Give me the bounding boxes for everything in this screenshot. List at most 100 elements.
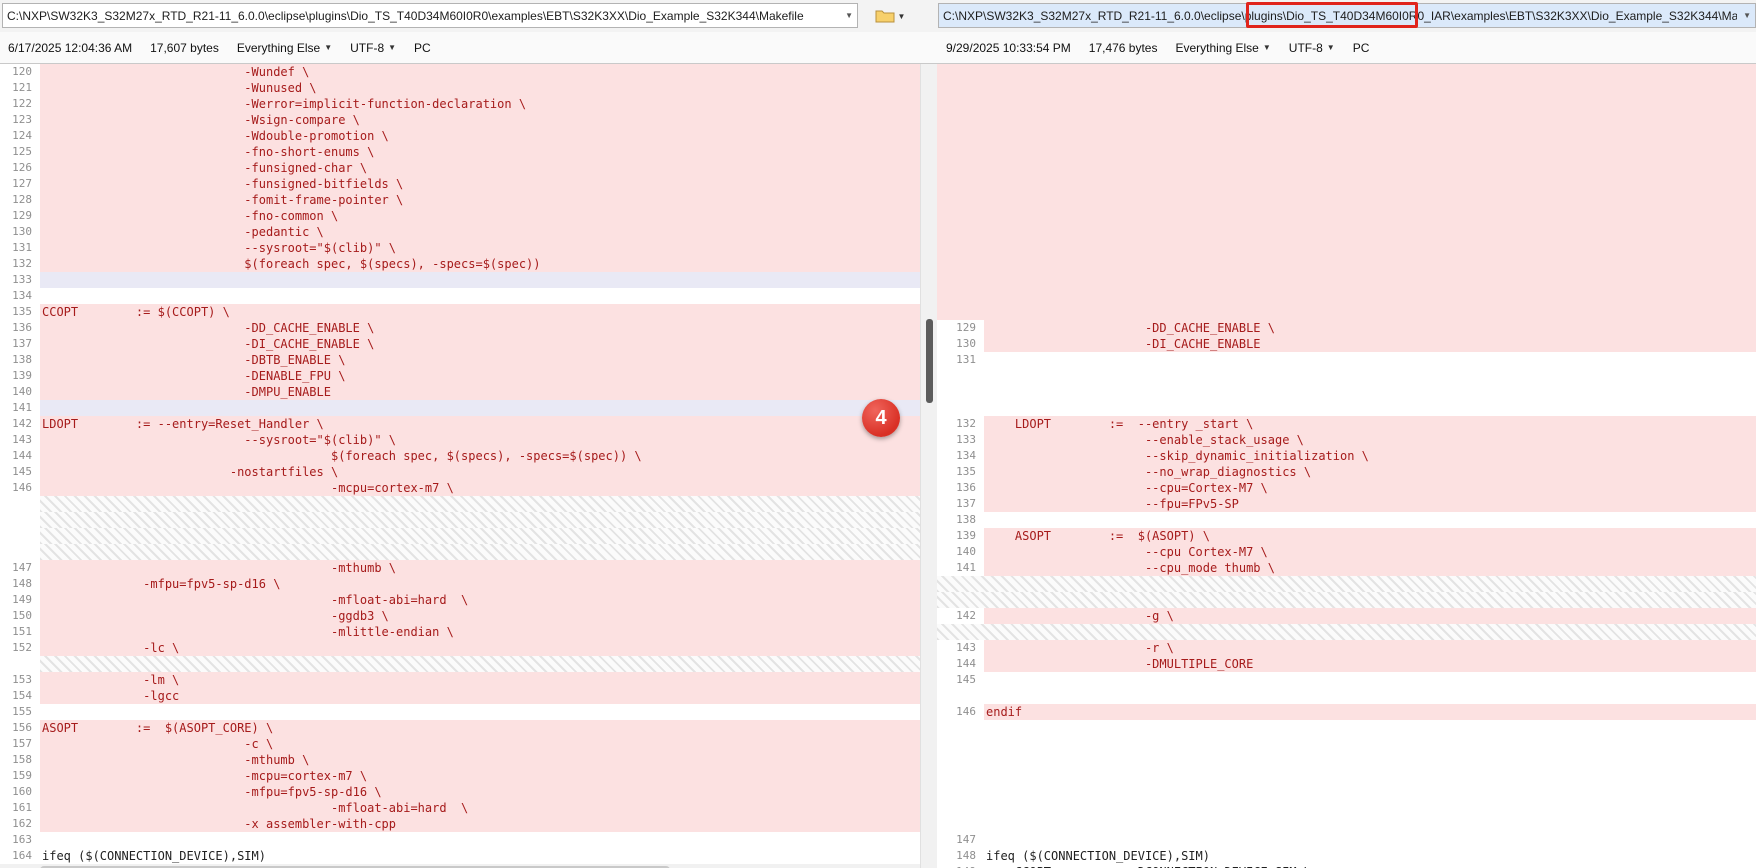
right-code-row xyxy=(937,288,1756,304)
code-text[interactable]: -mfpu=fpv5-sp-d16 \ xyxy=(40,576,920,592)
code-text[interactable]: -lm \ xyxy=(40,672,920,688)
line-number: 124 xyxy=(0,128,40,144)
code-text[interactable]: -lgcc xyxy=(40,688,920,704)
code-text[interactable]: CCOPT := -DCONNECTION_DEVICE_SIM \ xyxy=(984,864,1756,868)
open-file-button[interactable]: ▼ xyxy=(866,4,914,28)
code-text[interactable]: ASOPT := $(ASOPT) \ xyxy=(984,528,1756,544)
code-text[interactable]: -c \ xyxy=(40,736,920,752)
code-text[interactable] xyxy=(40,544,920,560)
left-code-row: 132 $(foreach spec, $(specs), -specs=$(s… xyxy=(0,256,920,272)
left-code-row: 162 -x assembler-with-cpp xyxy=(0,816,920,832)
code-text[interactable]: -Wdouble-promotion \ xyxy=(40,128,920,144)
code-text[interactable] xyxy=(40,656,920,672)
code-text[interactable]: endif xyxy=(984,704,1756,720)
code-text[interactable] xyxy=(984,832,1756,848)
chevron-down-icon[interactable]: ▼ xyxy=(1737,11,1751,20)
left-horizontal-scrollbar[interactable] xyxy=(0,864,920,868)
code-text[interactable]: -r \ xyxy=(984,640,1756,656)
code-text[interactable]: --skip_dynamic_initialization \ xyxy=(984,448,1756,464)
left-code-row: 163 xyxy=(0,832,920,848)
code-text[interactable]: -mfloat-abi=hard \ xyxy=(40,800,920,816)
code-text[interactable] xyxy=(984,352,1756,368)
left-code-row xyxy=(0,544,920,560)
code-text[interactable]: -fomit-frame-pointer \ xyxy=(40,192,920,208)
code-text[interactable] xyxy=(40,704,920,720)
code-text[interactable]: -DI_CACHE_ENABLE xyxy=(984,336,1756,352)
code-text[interactable]: --no_wrap_diagnostics \ xyxy=(984,464,1756,480)
code-text[interactable]: -mthumb \ xyxy=(40,752,920,768)
code-text[interactable]: -DMULTIPLE_CORE xyxy=(984,656,1756,672)
code-text[interactable]: --sysroot="$(clib)" \ xyxy=(40,432,920,448)
line-number: 147 xyxy=(0,560,40,576)
left-code-row xyxy=(0,496,920,512)
code-text[interactable]: -ggdb3 \ xyxy=(40,608,920,624)
code-text[interactable] xyxy=(40,272,920,288)
code-text[interactable]: -DD_CACHE_ENABLE \ xyxy=(984,320,1756,336)
code-text[interactable] xyxy=(40,512,920,528)
left-code-row: 122 -Werror=implicit-function-declaratio… xyxy=(0,96,920,112)
code-text[interactable]: -x assembler-with-cpp xyxy=(40,816,920,832)
scrollbar-thumb[interactable] xyxy=(926,319,933,403)
code-text[interactable]: CCOPT := $(CCOPT) \ xyxy=(40,304,920,320)
right-encoding-dropdown[interactable]: UTF-8 ▼ xyxy=(1289,41,1335,55)
code-text[interactable]: $(foreach spec, $(specs), -specs=$(spec)… xyxy=(40,448,920,464)
code-text[interactable]: -mfloat-abi=hard \ xyxy=(40,592,920,608)
code-text[interactable]: --cpu_mode thumb \ xyxy=(984,560,1756,576)
code-text[interactable]: -g \ xyxy=(984,608,1756,624)
code-text[interactable]: LDOPT := --entry _start \ xyxy=(984,416,1756,432)
code-text[interactable]: -mlittle-endian \ xyxy=(40,624,920,640)
right-code-row xyxy=(937,720,1756,736)
code-text[interactable]: -nostartfiles \ xyxy=(40,464,920,480)
left-vertical-scrollbar[interactable] xyxy=(920,64,937,868)
code-text[interactable]: ASOPT := $(ASOPT_CORE) \ xyxy=(40,720,920,736)
code-text[interactable]: $(foreach spec, $(specs), -specs=$(spec)… xyxy=(40,256,920,272)
code-text[interactable]: -DBTB_ENABLE \ xyxy=(40,352,920,368)
code-text[interactable] xyxy=(40,288,920,304)
code-text[interactable]: -fno-common \ xyxy=(40,208,920,224)
code-text[interactable] xyxy=(40,832,920,848)
code-text[interactable]: -DMPU_ENABLE xyxy=(40,384,920,400)
code-text[interactable]: ifeq ($(CONNECTION_DEVICE),SIM) xyxy=(984,848,1756,864)
right-path-combobox[interactable]: C:\NXP\SW32K3_S32M27x_RTD_R21-11_6.0.0\e… xyxy=(938,3,1756,28)
code-text[interactable]: --sysroot="$(clib)" \ xyxy=(40,240,920,256)
code-text[interactable]: -funsigned-char \ xyxy=(40,160,920,176)
code-text[interactable]: -pedantic \ xyxy=(40,224,920,240)
code-text[interactable]: -mcpu=cortex-m7 \ xyxy=(40,768,920,784)
code-text[interactable] xyxy=(40,496,920,512)
code-text[interactable]: ifeq ($(CONNECTION_DEVICE),SIM) xyxy=(40,848,920,864)
left-diff-pane[interactable]: 120 -Wundef \ 121 -Wunused \ 122 -Werror=i… xyxy=(0,64,920,868)
code-text[interactable]: -Wunused \ xyxy=(40,80,920,96)
code-text[interactable]: -funsigned-bitfields \ xyxy=(40,176,920,192)
code-text[interactable]: -DI_CACHE_ENABLE \ xyxy=(40,336,920,352)
code-text[interactable]: --fpu=FPv5-SP xyxy=(984,496,1756,512)
code-text[interactable]: -DENABLE_FPU \ xyxy=(40,368,920,384)
right-code-row: 145 xyxy=(937,672,1756,688)
chevron-down-icon[interactable]: ▼ xyxy=(839,11,853,20)
code-text[interactable]: -lc \ xyxy=(40,640,920,656)
right-filter-dropdown[interactable]: Everything Else ▼ xyxy=(1175,41,1270,55)
code-text[interactable]: -mcpu=cortex-m7 \ xyxy=(40,480,920,496)
code-text[interactable]: -Wundef \ xyxy=(40,64,920,80)
code-text[interactable]: LDOPT := --entry=Reset_Handler \ xyxy=(40,416,920,432)
code-text[interactable]: -fno-short-enums \ xyxy=(40,144,920,160)
left-path-combobox[interactable]: C:\NXP\SW32K3_S32M27x_RTD_R21-11_6.0.0\e… xyxy=(2,3,858,28)
line-number: 146 xyxy=(0,480,40,496)
right-diff-pane[interactable]: 129 -DD_CACHE_ENABLE \ 130 -DI_CACHE_ENAB… xyxy=(937,64,1756,868)
code-text[interactable]: -Werror=implicit-function-declaration \ xyxy=(40,96,920,112)
code-text[interactable] xyxy=(40,400,920,416)
code-text[interactable]: -mthumb \ xyxy=(40,560,920,576)
code-text[interactable] xyxy=(984,672,1756,688)
code-text[interactable]: -mfpu=fpv5-sp-d16 \ xyxy=(40,784,920,800)
code-text[interactable]: --cpu=Cortex-M7 \ xyxy=(984,480,1756,496)
chevron-down-icon[interactable]: ▼ xyxy=(898,12,906,21)
code-text[interactable] xyxy=(40,528,920,544)
left-filter-dropdown[interactable]: Everything Else ▼ xyxy=(237,41,332,55)
left-encoding-dropdown[interactable]: UTF-8 ▼ xyxy=(350,41,396,55)
code-text[interactable]: -DD_CACHE_ENABLE \ xyxy=(40,320,920,336)
right-code-row xyxy=(937,368,1756,384)
code-text[interactable]: --enable_stack_usage \ xyxy=(984,432,1756,448)
code-text[interactable]: -Wsign-compare \ xyxy=(40,112,920,128)
right-code-row xyxy=(937,272,1756,288)
code-text[interactable] xyxy=(984,512,1756,528)
code-text[interactable]: --cpu Cortex-M7 \ xyxy=(984,544,1756,560)
